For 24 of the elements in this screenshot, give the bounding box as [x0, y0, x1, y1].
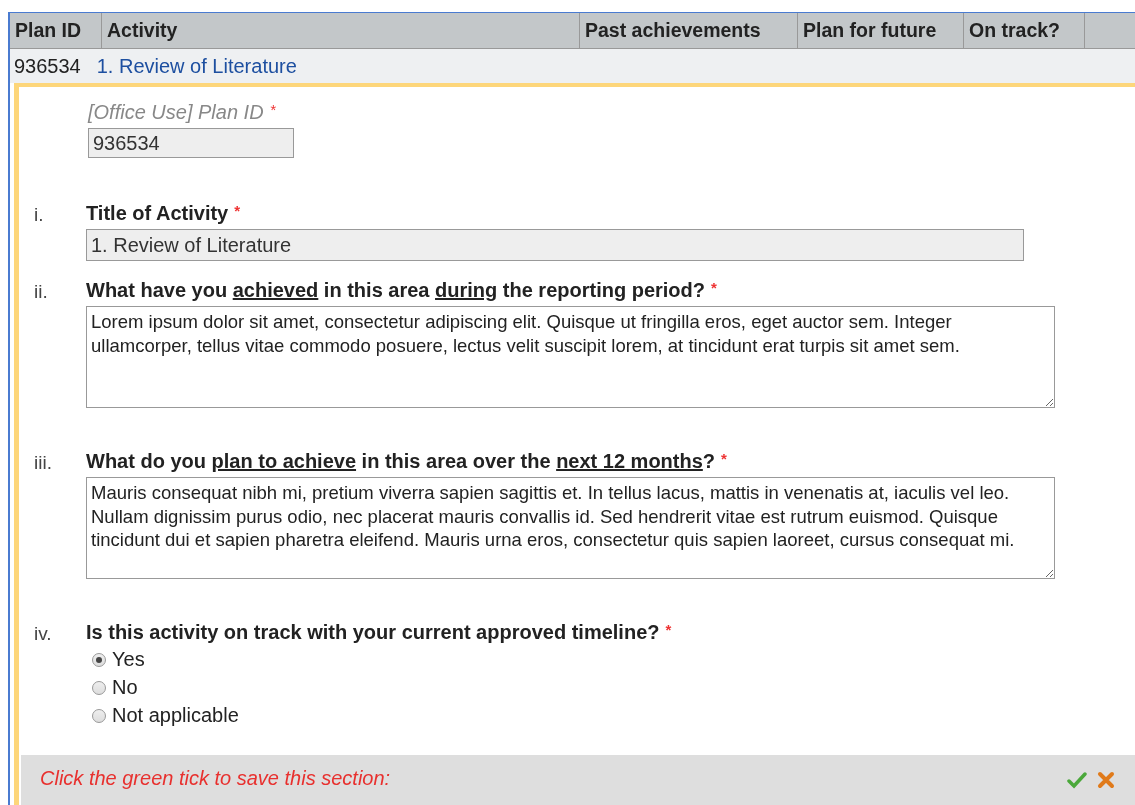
table-cell: 936534: [14, 54, 81, 78]
question-label: Title of Activity *: [86, 202, 242, 225]
text-area[interactable]: Lorem ipsum dolor sit amet, consectetur adipiscing elit. Quisque ut fringilla eros, eget auctor sem. Integer ullamcorper, tellus vitae commodo posuere, lectus velit suscipit lorem, at tincidunt erat turpis sit amet sem.: [86, 306, 1055, 408]
radio-option[interactable]: No: [92, 676, 1135, 699]
radio-button[interactable]: [92, 680, 106, 695]
question-label: Is this activity on track with your current approved timeline? *: [86, 621, 673, 644]
question-number: iv.: [34, 622, 53, 646]
tick-icon[interactable]: [1067, 771, 1087, 789]
close-icon[interactable]: [1097, 771, 1115, 789]
question-label: What do you plan to achieve in this area over the next 12 months? *: [86, 450, 728, 473]
radio-button[interactable]: [92, 652, 106, 667]
field-label: [Office Use] Plan ID *: [88, 101, 277, 124]
question-number: i.: [34, 203, 45, 227]
save-hint: Click the green tick to save this section:: [40, 767, 391, 790]
radio-option[interactable]: Not applicable: [92, 704, 1135, 727]
radio-option[interactable]: Yes: [92, 648, 1135, 671]
table-row[interactable]: 936534 1. Review of Literature: [10, 49, 1135, 83]
input-field[interactable]: 936534: [88, 128, 294, 158]
activity-link[interactable]: 1. Review of Literature: [96, 54, 297, 78]
text-area[interactable]: Mauris consequat nibh mi, pretium viverra sapien sagittis et. In tellus lacus, mattis in venenatis at, iaculis vel leo. Nullam dignissim purus odio, nec placerat mauris convallis id. Sed hendrerit vitae est rutrum euismod. Quisque tincidunt dui et sapien pharetra eleifend. Mauris urna eros, consectetur quis sapien laoreet, cursus consequat mi.: [86, 477, 1055, 579]
radio-button[interactable]: [92, 708, 106, 723]
question-number: ii.: [34, 280, 49, 304]
question-number: iii.: [34, 451, 53, 475]
question-label: What have you achieved in this area during the reporting period? *: [86, 279, 718, 302]
